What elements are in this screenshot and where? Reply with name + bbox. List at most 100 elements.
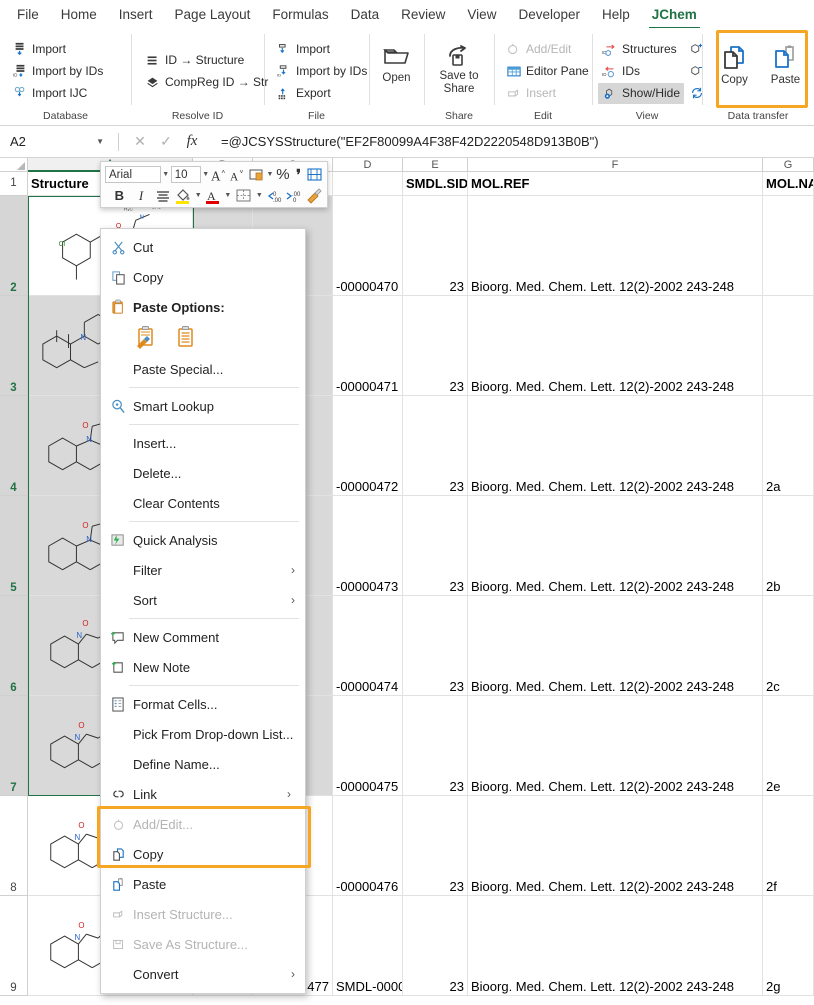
row-header-9[interactable]: 9 [0, 896, 28, 996]
cell-e1[interactable]: SMDL.SID [403, 172, 468, 196]
context-menu-jchem-paste[interactable]: Paste [101, 869, 305, 899]
row-header-8[interactable]: 8 [0, 796, 28, 896]
cell-f5[interactable]: Bioorg. Med. Chem. Lett. 12(2)-2002 243-… [468, 496, 763, 596]
cell-f6[interactable]: Bioorg. Med. Chem. Lett. 12(2)-2002 243-… [468, 596, 763, 696]
grow-font-icon[interactable]: A˄ [211, 165, 229, 184]
cell-g2[interactable] [763, 196, 814, 296]
row-header-2[interactable]: 2 [0, 196, 28, 296]
tab-formulas[interactable]: Formulas [261, 3, 339, 26]
context-menu-new-note[interactable]: New Note [101, 652, 305, 682]
tab-data[interactable]: Data [340, 3, 391, 26]
ribbon-paste-button[interactable]: Paste [763, 38, 808, 110]
cell-e2[interactable]: 23 [403, 196, 468, 296]
row-header-4[interactable]: 4 [0, 396, 28, 496]
cell-f7[interactable]: Bioorg. Med. Chem. Lett. 12(2)-2002 243-… [468, 696, 763, 796]
row-header-7[interactable]: 7 [0, 696, 28, 796]
select-all-corner[interactable] [0, 158, 28, 172]
font-name-select[interactable]: Arial [105, 166, 161, 183]
decrease-decimal-icon[interactable]: .000 [285, 186, 304, 205]
context-menu-paste-special[interactable]: Paste Special... [101, 354, 305, 384]
cell-e6[interactable]: 23 [403, 596, 468, 696]
fill-color-chevron-down-icon[interactable]: ▼ [194, 192, 203, 199]
context-menu-insert-structure[interactable]: Insert Structure... [101, 899, 305, 929]
accounting-format-icon[interactable] [248, 165, 265, 184]
context-menu-filter[interactable]: Filter › [101, 555, 305, 585]
cancel-formula-icon[interactable]: ✕ [127, 133, 153, 150]
context-menu-quick-analysis[interactable]: Quick Analysis [101, 525, 305, 555]
context-menu-delete[interactable]: Delete... [101, 458, 305, 488]
edit-editor-pane-button[interactable]: Editor Pane [502, 61, 593, 82]
cell-e4[interactable]: 23 [403, 396, 468, 496]
tab-jchem[interactable]: JChem [641, 3, 708, 26]
cell-d2[interactable]: -00000470 [333, 196, 403, 296]
cell-d9[interactable]: SMDL-00000477 [333, 896, 403, 996]
cell-f8[interactable]: Bioorg. Med. Chem. Lett. 12(2)-2002 243-… [468, 796, 763, 896]
cell-e5[interactable]: 23 [403, 496, 468, 596]
font-color-icon[interactable]: A [204, 186, 223, 205]
insert-function-icon[interactable]: fx [179, 133, 205, 150]
borders-icon[interactable] [233, 186, 254, 205]
context-menu-jchem-add-edit[interactable]: Add/Edit... [101, 809, 305, 839]
ribbon-copy-button[interactable]: Copy [712, 38, 757, 110]
tab-review[interactable]: Review [390, 3, 456, 26]
tab-insert[interactable]: Insert [108, 3, 164, 26]
cell-d3[interactable]: -00000471 [333, 296, 403, 396]
cell-e7[interactable]: 23 [403, 696, 468, 796]
file-import-button[interactable]: Import [272, 39, 371, 60]
font-size-select[interactable]: 10 [171, 166, 201, 183]
cell-e3[interactable]: 23 [403, 296, 468, 396]
cell-g9[interactable]: 2g [763, 896, 814, 996]
cell-d6[interactable]: -00000474 [333, 596, 403, 696]
context-menu-insert[interactable]: Insert... [101, 428, 305, 458]
context-menu-sort[interactable]: Sort › [101, 585, 305, 615]
font-color-chevron-down-icon[interactable]: ▼ [223, 192, 232, 199]
cell-d4[interactable]: -00000472 [333, 396, 403, 496]
comma-style-icon[interactable]: ❜ [292, 165, 305, 184]
context-menu-save-as-structure[interactable]: Save As Structure... [101, 929, 305, 959]
cell-f4[interactable]: Bioorg. Med. Chem. Lett. 12(2)-2002 243-… [468, 396, 763, 496]
row-header-6[interactable]: 6 [0, 596, 28, 696]
view-show-hide-button[interactable]: Show/Hide [598, 83, 684, 104]
context-menu-jchem-copy[interactable]: Copy [101, 839, 305, 869]
tab-page-layout[interactable]: Page Layout [164, 3, 262, 26]
align-icon[interactable] [152, 186, 173, 205]
row-header-5[interactable]: 5 [0, 496, 28, 596]
database-import-button[interactable]: Import [8, 39, 107, 60]
context-menu-clear-contents[interactable]: Clear Contents [101, 488, 305, 518]
cell-e8[interactable]: 23 [403, 796, 468, 896]
percent-style-icon[interactable]: % [275, 165, 291, 184]
tab-file[interactable]: File [6, 3, 50, 26]
cell-f1[interactable]: MOL.REF [468, 172, 763, 196]
row-header-1[interactable]: 1 [0, 172, 28, 196]
file-export-button[interactable]: Export [272, 83, 371, 104]
increase-decimal-icon[interactable]: 0.00 [265, 186, 284, 205]
tab-home[interactable]: Home [50, 3, 108, 26]
id-to-structure-button[interactable]: ID → Structure [141, 50, 272, 71]
cell-g7[interactable]: 2e [763, 696, 814, 796]
context-menu-format-cells[interactable]: Format Cells... [101, 689, 305, 719]
bold-icon[interactable]: B [109, 186, 130, 205]
name-box[interactable]: A2 ▼ [4, 131, 110, 153]
font-size-chevron-down-icon[interactable]: ▼ [202, 171, 210, 178]
context-menu-define-name[interactable]: Define Name... [101, 749, 305, 779]
database-import-by-ids-button[interactable]: ID Import by IDs [8, 61, 107, 82]
borders-chevron-down-icon[interactable]: ▼ [255, 192, 264, 199]
context-menu-cut[interactable]: Cut [101, 232, 305, 262]
formula-input[interactable]: =@JCSYSStructure("EF2F80099A4F38F42D2220… [217, 134, 814, 149]
format-painter-icon[interactable] [304, 186, 323, 205]
file-import-by-ids-button[interactable]: ID Import by IDs [272, 61, 371, 82]
cell-g1[interactable]: MOL.NAME [763, 172, 814, 196]
row-header-3[interactable]: 3 [0, 296, 28, 396]
view-structures-button[interactable]: ID Structures [598, 39, 684, 60]
shrink-font-icon[interactable]: A˅ [229, 165, 247, 184]
database-import-ijc-button[interactable]: Import IJC [8, 83, 107, 104]
accounting-chevron-down-icon[interactable]: ▼ [266, 171, 274, 178]
tab-developer[interactable]: Developer [507, 3, 591, 26]
context-menu-link[interactable]: Link › [101, 779, 305, 809]
context-menu-pick-from-dropdown[interactable]: Pick From Drop-down List... [101, 719, 305, 749]
cell-d7[interactable]: -00000475 [333, 696, 403, 796]
tab-view[interactable]: View [456, 3, 507, 26]
cell-g4[interactable]: 2a [763, 396, 814, 496]
cell-f9[interactable]: Bioorg. Med. Chem. Lett. 12(2)-2002 243-… [468, 896, 763, 996]
column-header-e[interactable]: E [403, 158, 468, 172]
